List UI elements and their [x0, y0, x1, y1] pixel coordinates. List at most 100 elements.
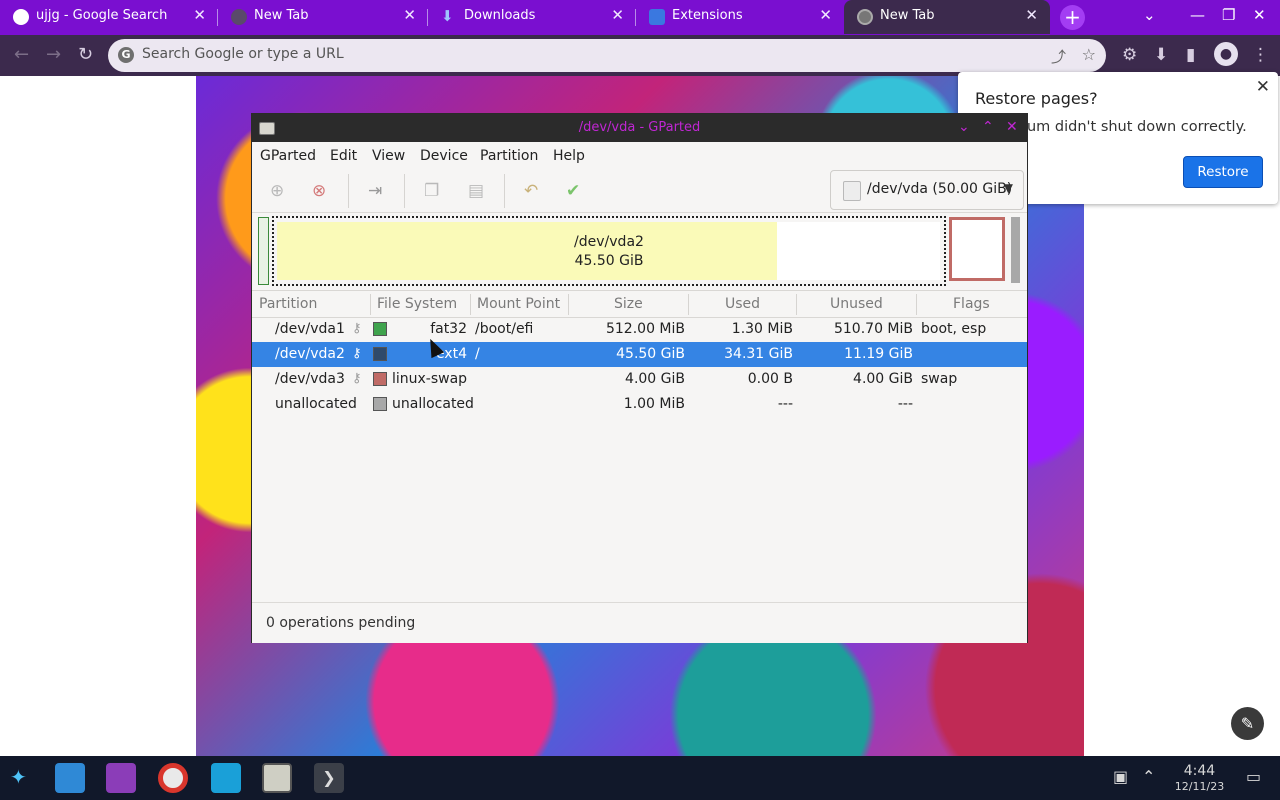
column-header[interactable]: Unused: [830, 296, 883, 312]
table-row[interactable]: /dev/vda3 ⚷ linux-swap 4.00 GiB 0.00 B 4…: [252, 367, 1027, 392]
customize-pencil-icon[interactable]: ✎: [1231, 707, 1264, 740]
gparted-titlebar[interactable]: /dev/vda - GParted ⌄ ⌃ ✕: [252, 114, 1027, 142]
tab-label: New Tab: [880, 8, 935, 23]
resize-move-icon[interactable]: ⇥: [368, 181, 382, 201]
restore-button[interactable]: Restore: [1183, 156, 1263, 188]
tab-extensions[interactable]: Extensions ✕: [636, 0, 844, 34]
used: 34.31 GiB: [724, 346, 793, 362]
used: ---: [777, 396, 793, 412]
menu-edit[interactable]: Edit: [330, 148, 357, 164]
menu-kebab-icon[interactable]: ⋮: [1252, 45, 1269, 65]
extension-icon[interactable]: ⚙: [1122, 45, 1137, 65]
tab-label: Extensions: [672, 8, 743, 23]
star-icon[interactable]: ☆: [1082, 45, 1096, 64]
undo-icon[interactable]: ↶: [524, 181, 538, 201]
clock-date[interactable]: 12/11/23: [1168, 780, 1231, 793]
window-minimize-icon[interactable]: ⌄: [958, 119, 970, 135]
notification-icon[interactable]: ▭: [1246, 767, 1261, 786]
restore-window-icon[interactable]: ❐: [1222, 6, 1235, 24]
column-header[interactable]: Flags: [953, 296, 990, 312]
launcher-icon[interactable]: ✦: [10, 765, 27, 789]
window-close-icon[interactable]: ✕: [1006, 119, 1018, 135]
tab-label: Downloads: [464, 8, 536, 23]
table-row-selected[interactable]: /dev/vda2 ⚷ ext4 / 45.50 GiB 34.31 GiB 1…: [252, 342, 1027, 367]
disk-map-vda2[interactable]: /dev/vda2 45.50 GiB: [272, 216, 946, 286]
partition-name: /dev/vda3: [275, 371, 345, 387]
clipboard-icon[interactable]: ▣: [1113, 767, 1128, 786]
key-icon: ⚷: [352, 346, 362, 361]
unused: ---: [897, 396, 913, 412]
apply-checkmark-icon[interactable]: ✔: [566, 181, 580, 201]
file-system: linux-swap: [392, 371, 468, 387]
column-header[interactable]: Size: [614, 296, 643, 312]
terminal-icon[interactable]: ❯: [314, 763, 344, 793]
toolbar-separator: [348, 174, 349, 208]
menu-help[interactable]: Help: [553, 148, 585, 164]
chrome-icon: [857, 9, 873, 25]
window-close-icon[interactable]: ✕: [1253, 6, 1266, 24]
table-row[interactable]: unallocated unallocated 1.00 MiB --- ---: [252, 392, 1027, 417]
tab-search-chevron-icon[interactable]: ⌄: [1143, 6, 1156, 24]
disk-map-unallocated[interactable]: [1011, 217, 1020, 283]
paste-icon[interactable]: ▤: [468, 181, 484, 201]
window-maximize-icon[interactable]: ⌃: [982, 119, 994, 135]
new-tab-button[interactable]: +: [1060, 5, 1085, 30]
back-arrow-icon[interactable]: ←: [14, 44, 29, 65]
side-panel-icon[interactable]: ▮: [1186, 45, 1195, 65]
files-icon[interactable]: [106, 763, 136, 793]
menubar: GParted Edit View Device Partition Help: [252, 142, 1027, 170]
new-partition-icon[interactable]: ⊕: [270, 181, 284, 201]
menu-gparted[interactable]: GParted: [260, 148, 316, 164]
mount-point: /boot/efi: [475, 321, 534, 337]
share-icon[interactable]: ⤴: [1051, 46, 1066, 67]
profile-avatar-icon[interactable]: ●: [1214, 42, 1238, 66]
device-label: /dev/vda (50.00 GiB): [867, 181, 1013, 197]
tab-close-icon[interactable]: ✕: [611, 6, 624, 24]
menu-partition[interactable]: Partition: [480, 148, 538, 164]
column-header[interactable]: Used: [725, 296, 760, 312]
device-selector[interactable]: /dev/vda (50.00 GiB) ▼: [830, 170, 1024, 210]
store-icon[interactable]: [55, 763, 85, 793]
mount-point: /: [475, 346, 480, 362]
tray-chevron-icon[interactable]: ⌃: [1142, 767, 1155, 786]
fs-color-swatch: [373, 322, 387, 336]
table-row[interactable]: /dev/vda1 ⚷ fat32 /boot/efi 512.00 MiB 1…: [252, 317, 1027, 342]
chrome-taskbar-icon[interactable]: [158, 763, 188, 793]
menu-device[interactable]: Device: [420, 148, 468, 164]
used-space-fill: [277, 222, 777, 280]
copy-icon[interactable]: ❐: [424, 181, 439, 201]
used: 1.30 MiB: [731, 321, 793, 337]
column-header[interactable]: Partition: [259, 296, 317, 312]
reload-icon[interactable]: ↻: [78, 44, 93, 65]
gparted-taskbar-icon[interactable]: [262, 763, 292, 793]
tab-close-icon[interactable]: ✕: [403, 6, 416, 24]
tab-new-tab[interactable]: New Tab ✕: [218, 0, 428, 34]
window-title: /dev/vda - GParted: [578, 120, 701, 135]
disk-map-vda3[interactable]: [949, 217, 1005, 281]
column-separator: [796, 294, 797, 315]
size: 45.50 GiB: [616, 346, 685, 362]
unused: 11.19 GiB: [844, 346, 913, 362]
restore-close-icon[interactable]: ✕: [1256, 77, 1270, 97]
tab-downloads[interactable]: ⬇ Downloads ✕: [428, 0, 636, 34]
delete-partition-icon[interactable]: ⊗: [312, 181, 326, 201]
column-header[interactable]: File System: [377, 296, 457, 312]
tab-new-tab-active[interactable]: New Tab ✕: [844, 0, 1050, 34]
disk-map-partition-size: 45.50 GiB: [574, 253, 644, 269]
omnibox[interactable]: G Search Google or type a URL ⤴ ☆: [108, 39, 1106, 72]
tab-google-search[interactable]: ujjg - Google Search ✕: [0, 0, 218, 34]
minimize-icon[interactable]: —: [1190, 6, 1205, 24]
tab-close-icon[interactable]: ✕: [819, 6, 832, 24]
forward-arrow-icon[interactable]: →: [46, 44, 61, 65]
download-toolbar-icon[interactable]: ⬇: [1154, 45, 1168, 65]
app-icon[interactable]: [211, 763, 241, 793]
partition-name: unallocated: [275, 396, 357, 412]
menu-view[interactable]: View: [372, 148, 405, 164]
column-header[interactable]: Mount Point: [477, 296, 560, 312]
tab-close-icon[interactable]: ✕: [193, 6, 206, 24]
disk-map-vda1[interactable]: [258, 217, 269, 285]
clock-time[interactable]: 4:44: [1177, 763, 1222, 779]
omnibox-placeholder[interactable]: Search Google or type a URL: [142, 46, 344, 62]
tab-close-icon[interactable]: ✕: [1025, 6, 1038, 24]
used: 0.00 B: [747, 371, 793, 387]
